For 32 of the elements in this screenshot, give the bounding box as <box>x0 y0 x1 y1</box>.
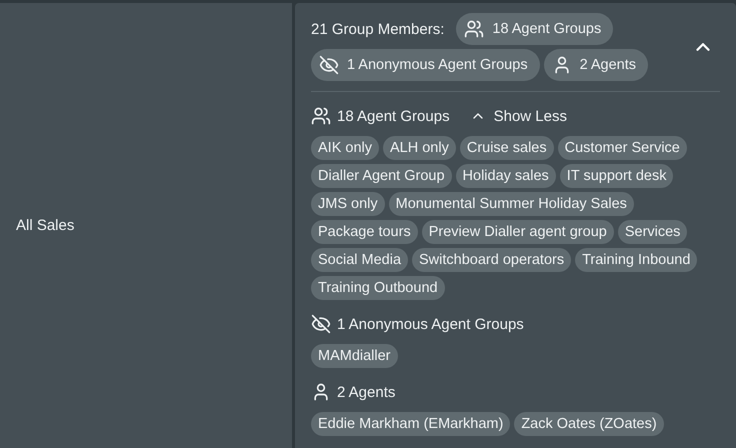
member-type-chip[interactable]: 1 Anonymous Agent Groups <box>311 49 540 81</box>
eye-off-icon <box>319 55 339 75</box>
member-tag: Customer Service <box>558 136 687 160</box>
people-icon <box>311 106 331 126</box>
member-tag: Preview Dialler agent group <box>422 220 614 244</box>
member-tag: Zack Oates (ZOates) <box>514 412 664 436</box>
member-tag: Switchboard operators <box>412 248 572 272</box>
member-tag: Social Media <box>311 248 408 272</box>
member-tag: Dialler Agent Group <box>311 164 452 188</box>
member-tag: Monumental Summer Holiday Sales <box>388 192 634 216</box>
member-type-chip[interactable]: 2 Agents <box>544 49 648 81</box>
member-tag: MAMdialler <box>311 344 398 368</box>
people-icon <box>464 19 484 39</box>
member-tag: IT support desk <box>560 164 674 188</box>
member-tag: Eddie Markham (EMarkham) <box>311 412 510 436</box>
members-count-label: 21 Group Members: <box>311 20 444 38</box>
member-tag: Training Outbound <box>311 276 445 300</box>
member-tag: Holiday sales <box>456 164 556 188</box>
member-tag: AIK only <box>311 136 379 160</box>
section-title: 18 Agent Groups <box>311 106 450 126</box>
member-tag: Package tours <box>311 220 418 244</box>
member-tag: ALH only <box>383 136 456 160</box>
member-tag: Services <box>618 220 688 244</box>
member-tag: JMS only <box>311 192 385 216</box>
member-tag: Training Inbound <box>575 248 698 272</box>
row-name: All Sales <box>16 217 74 234</box>
member-type-chip[interactable]: 18 Agent Groups <box>456 13 614 45</box>
member-tag: Cruise sales <box>460 136 554 160</box>
section-title: 2 Agents <box>311 382 396 402</box>
section-title: 1 Anonymous Agent Groups <box>311 314 524 334</box>
eye-off-icon <box>311 314 331 334</box>
show-toggle[interactable]: Show Less <box>470 108 567 124</box>
